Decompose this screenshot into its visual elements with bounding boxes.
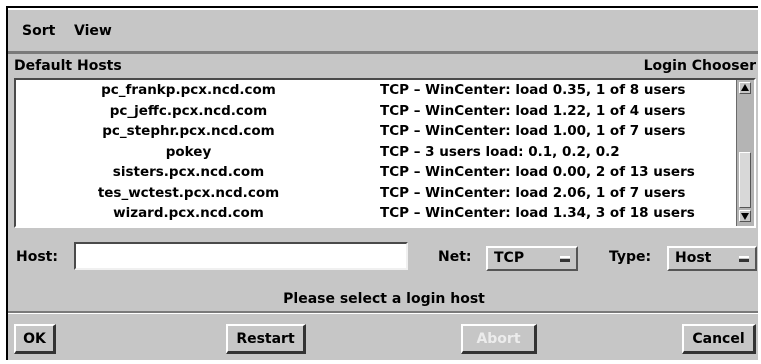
menu-sort[interactable]: Sort	[22, 23, 55, 39]
host-info: TCP – WinCenter: load 0.00, 2 of 13 user…	[380, 164, 695, 180]
host-list[interactable]: pc_frankp.pcx.ncd.com TCP – WinCenter: lo…	[14, 78, 756, 228]
net-option-menu[interactable]: TCP	[486, 246, 578, 271]
host-list-scrollbar[interactable]	[736, 80, 754, 226]
type-label: Type:	[609, 249, 652, 265]
host-name: wizard.pcx.ncd.com	[113, 205, 264, 221]
status-message: Please select a login host	[283, 291, 485, 307]
button-divider	[8, 311, 758, 314]
arrow-up-icon[interactable]	[739, 82, 751, 94]
ok-button[interactable]: OK	[14, 324, 56, 354]
host-name: pc_stephr.pcx.ncd.com	[102, 123, 275, 139]
type-value: Host	[675, 250, 712, 266]
host-list-item[interactable]: pc_jeffc.pcx.ncd.com TCP – WinCenter: loa…	[16, 102, 738, 123]
menu-view[interactable]: View	[74, 23, 112, 39]
net-label: Net:	[438, 249, 472, 265]
host-info: TCP – WinCenter: load 1.00, 1 of 7 users	[380, 123, 686, 139]
host-list-rows: pc_frankp.pcx.ncd.com TCP – WinCenter: lo…	[16, 81, 738, 225]
default-hosts-label: Default Hosts	[14, 58, 122, 74]
host-name: pokey	[165, 143, 212, 160]
menubar: Sort View	[8, 8, 758, 54]
host-label: Host:	[16, 249, 58, 265]
net-value: TCP	[494, 250, 525, 266]
type-option-menu[interactable]: Host	[667, 246, 757, 271]
host-name: pc_jeffc.pcx.ncd.com	[109, 102, 268, 119]
host-info: TCP – WinCenter: load 2.06, 1 of 7 users	[380, 184, 686, 201]
login-chooser-window: Sort View Default Hosts Login Chooser pc…	[6, 6, 758, 360]
abort-button[interactable]: Abort	[461, 324, 537, 354]
host-name: sisters.pcx.ncd.com	[112, 164, 265, 180]
host-input[interactable]	[74, 242, 408, 270]
option-menu-indicator-icon	[560, 256, 570, 262]
host-list-item[interactable]: pc_frankp.pcx.ncd.com TCP – WinCenter: lo…	[16, 81, 738, 102]
host-name: tes_wctest.pcx.ncd.com	[97, 184, 280, 201]
host-list-item[interactable]: wizard.pcx.ncd.com TCP – WinCenter: load …	[16, 204, 738, 225]
host-list-item[interactable]: pokey TCP – 3 users load: 0.1, 0.2, 0.2	[16, 143, 738, 164]
host-info: TCP – WinCenter: load 1.22, 1 of 4 users	[380, 102, 686, 119]
host-info: TCP – 3 users load: 0.1, 0.2, 0.2	[380, 143, 620, 160]
restart-button[interactable]: Restart	[226, 324, 306, 354]
cancel-button[interactable]: Cancel	[682, 324, 756, 354]
option-menu-indicator-icon	[739, 256, 749, 262]
host-list-item[interactable]: sisters.pcx.ncd.com TCP – WinCenter: load…	[16, 163, 738, 184]
host-name: pc_frankp.pcx.ncd.com	[101, 82, 276, 98]
host-list-item[interactable]: pc_stephr.pcx.ncd.com TCP – WinCenter: lo…	[16, 122, 738, 143]
host-info: TCP – WinCenter: load 1.34, 3 of 18 user…	[380, 205, 695, 221]
login-chooser-title: Login Chooser	[643, 58, 756, 74]
host-list-item[interactable]: tes_wctest.pcx.ncd.com TCP – WinCenter: l…	[16, 184, 738, 205]
host-info: TCP – WinCenter: load 0.35, 1 of 8 users	[380, 82, 686, 98]
scrollbar-thumb[interactable]	[739, 152, 751, 208]
arrow-down-icon[interactable]	[739, 210, 751, 222]
